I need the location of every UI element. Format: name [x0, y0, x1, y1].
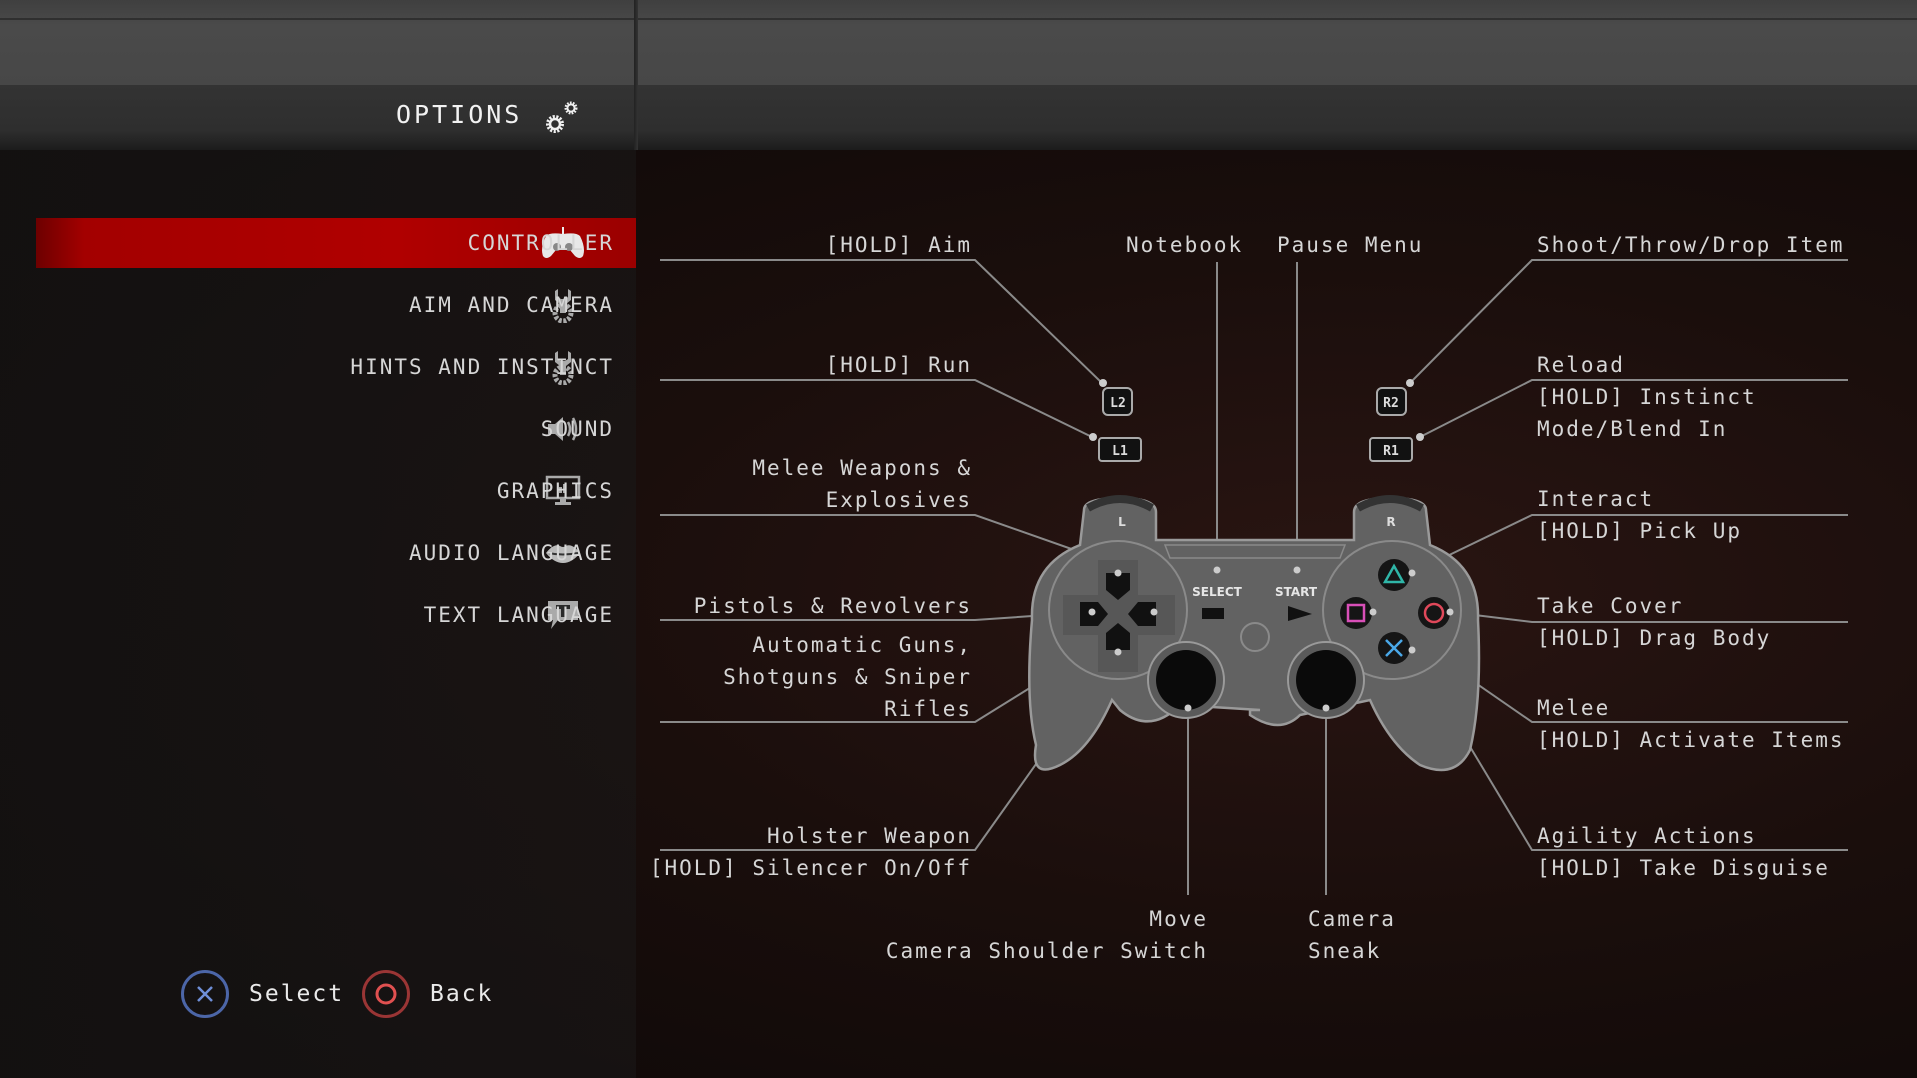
select-button[interactable]: Select	[181, 970, 344, 1018]
mapping-r1: Reload [HOLD] Instinct Mode/Blend In	[1537, 349, 1757, 445]
r2-label: R2	[1383, 396, 1399, 411]
mapping-select: Notebook	[1126, 229, 1243, 261]
mapping-text: Explosives	[825, 488, 972, 512]
mapping-text: [HOLD] Run	[825, 353, 972, 377]
back-button[interactable]: Back	[362, 970, 493, 1018]
mapping-text: Automatic Guns,	[752, 633, 972, 657]
start-label: START	[1275, 585, 1318, 599]
menu-item-label: GRAPHICS	[496, 479, 614, 503]
mapping-dpad-down: Holster Weapon [HOLD] Silencer On/Off	[650, 820, 972, 884]
menu-item-controller[interactable]: CONTROLLER	[36, 218, 636, 268]
right-stick	[1287, 641, 1365, 719]
top-band	[0, 0, 1917, 86]
mapping-dpad-left: Pistols & Revolvers	[694, 590, 972, 622]
menu-item-label: AIM AND CAMERA	[408, 293, 614, 317]
mapping-text: [HOLD] Aim	[825, 233, 972, 257]
r2-button: R2	[1376, 387, 1407, 416]
controller-body: SELECT START L R	[1028, 495, 1481, 772]
l2-label: L2	[1110, 396, 1126, 411]
mapping-text: Camera	[1308, 907, 1396, 931]
menu-item-aim-and-camera[interactable]: AIM AND CAMERA	[36, 280, 636, 330]
mapping-text: Interact	[1537, 487, 1655, 511]
mapping-circle: Take Cover [HOLD] Drag Body	[1537, 590, 1771, 654]
r1-label: R1	[1383, 444, 1399, 459]
mapping-text: Pistols & Revolvers	[693, 594, 972, 618]
mapping-text: [HOLD] Pick Up	[1537, 519, 1743, 543]
page-title: OPTIONS	[396, 100, 523, 129]
mapping-text: Sneak	[1308, 939, 1382, 963]
menu-item-label: TEXT LANGUAGE	[423, 603, 614, 627]
l2-button: L2	[1102, 387, 1133, 416]
mapping-dpad-right: Automatic Guns, Shotguns & Sniper Rifles	[723, 629, 972, 725]
menu-item-hints-and-instinct[interactable]: HINTS AND INSTINCT	[36, 342, 636, 392]
mapping-text: Notebook	[1126, 233, 1244, 257]
mapping-text: [HOLD] Drag Body	[1537, 626, 1772, 650]
leader-line-dpad-up	[660, 514, 1118, 566]
mapping-text: Take Cover	[1537, 594, 1684, 618]
mapping-start: Pause Menu	[1277, 229, 1423, 261]
select-label: Select	[249, 981, 345, 1007]
circle-button	[1418, 597, 1450, 629]
mapping-text: Holster Weapon	[766, 824, 972, 848]
mapping-text: Melee Weapons &	[752, 456, 972, 480]
mapping-r2: Shoot/Throw/Drop Item	[1537, 229, 1845, 261]
l-label: L	[1118, 515, 1126, 529]
gears-icon	[542, 96, 582, 138]
menu-item-label: HINTS AND INSTINCT	[350, 355, 614, 379]
mapping-text: [HOLD] Take Disguise	[1537, 856, 1830, 880]
menu-item-label: AUDIO LANGUAGE	[408, 541, 614, 565]
circle-button-icon	[362, 970, 410, 1018]
mapping-text: [HOLD] Silencer On/Off	[649, 856, 972, 880]
back-label: Back	[430, 981, 494, 1007]
mapping-text: Melee	[1537, 696, 1611, 720]
mapping-right-stick: Camera Sneak	[1308, 903, 1396, 967]
mapping-text: Camera Shoulder Switch	[885, 939, 1208, 963]
mapping-text: Mode/Blend In	[1537, 417, 1728, 441]
mapping-text: Agility Actions	[1537, 824, 1757, 848]
panel-divider	[634, 0, 638, 150]
menu-item-sound[interactable]: SOUND	[36, 404, 636, 454]
top-band-line	[0, 18, 1917, 20]
r-label: R	[1386, 515, 1395, 529]
mapping-text: [HOLD] Instinct	[1537, 385, 1757, 409]
mapping-square: Melee [HOLD] Activate Items	[1537, 692, 1845, 756]
mapping-text: Pause Menu	[1277, 233, 1424, 257]
cross-button-icon	[181, 970, 229, 1018]
l1-label: L1	[1112, 444, 1128, 459]
mapping-left-stick: Move Camera Shoulder Switch	[886, 903, 1208, 967]
left-stick	[1147, 641, 1225, 719]
triangle-button	[1378, 559, 1410, 591]
menu-item-label: CONTROLLER	[467, 231, 614, 255]
l1-button: L1	[1098, 437, 1142, 462]
mapping-dpad-up: Melee Weapons & Explosives	[752, 452, 972, 516]
mapping-text: [HOLD] Activate Items	[1537, 728, 1845, 752]
leader-line-l1	[660, 379, 1093, 438]
mapping-l2: [HOLD] Aim	[826, 229, 972, 261]
mapping-text: Move	[1149, 907, 1208, 931]
header-band	[0, 85, 1917, 150]
mapping-text: Shoot/Throw/Drop Item	[1537, 233, 1845, 257]
mapping-triangle: Interact [HOLD] Pick Up	[1537, 483, 1742, 547]
mapping-text: Shotguns & Sniper	[723, 665, 972, 689]
mapping-l1: [HOLD] Run	[826, 349, 972, 381]
mapping-text: Reload	[1537, 353, 1625, 377]
menu-item-text-language[interactable]: TEXT LANGUAGE	[36, 590, 636, 640]
menu-item-label: SOUND	[540, 417, 614, 441]
select-label: SELECT	[1192, 585, 1242, 599]
cross-button	[1378, 632, 1410, 664]
mapping-cross: Agility Actions [HOLD] Take Disguise	[1537, 820, 1830, 884]
mapping-text: Rifles	[884, 697, 972, 721]
menu-item-audio-language[interactable]: AUDIO LANGUAGE	[36, 528, 636, 578]
square-button	[1340, 597, 1372, 629]
menu-item-graphics[interactable]: GRAPHICS	[36, 466, 636, 516]
r1-button: R1	[1369, 437, 1413, 462]
